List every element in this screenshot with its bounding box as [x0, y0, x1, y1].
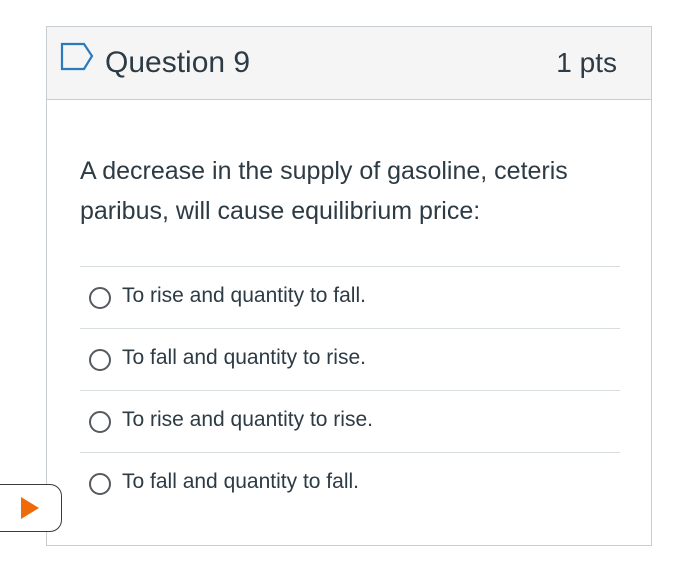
question-points: 1 pts	[556, 47, 617, 78]
question-text: A decrease in the supply of gasoline, ce…	[80, 157, 568, 225]
answer-label[interactable]: To rise and quantity to rise.	[122, 405, 373, 435]
question-card: Question 9 1 pts A decrease in the suppl…	[46, 26, 652, 546]
answer-list: To rise and quantity to fall. To fall an…	[80, 266, 620, 514]
play-icon	[21, 497, 39, 519]
flag-outline-icon[interactable]	[60, 42, 94, 72]
radio-button[interactable]	[89, 411, 111, 433]
radio-button[interactable]	[89, 473, 111, 495]
answer-label[interactable]: To fall and quantity to rise.	[122, 343, 366, 373]
question-header: Question 9 1 pts	[47, 27, 651, 100]
answer-label[interactable]: To rise and quantity to fall.	[122, 281, 366, 311]
radio-button[interactable]	[89, 349, 111, 371]
radio-button[interactable]	[89, 287, 111, 309]
answer-option[interactable]: To rise and quantity to fall.	[80, 266, 620, 328]
answer-option[interactable]: To fall and quantity to rise.	[80, 328, 620, 390]
answer-option[interactable]: To fall and quantity to fall.	[80, 452, 620, 514]
play-button[interactable]	[0, 484, 62, 532]
answer-label[interactable]: To fall and quantity to fall.	[122, 467, 359, 497]
answer-option[interactable]: To rise and quantity to rise.	[80, 390, 620, 452]
question-title: Question 9	[105, 46, 251, 79]
